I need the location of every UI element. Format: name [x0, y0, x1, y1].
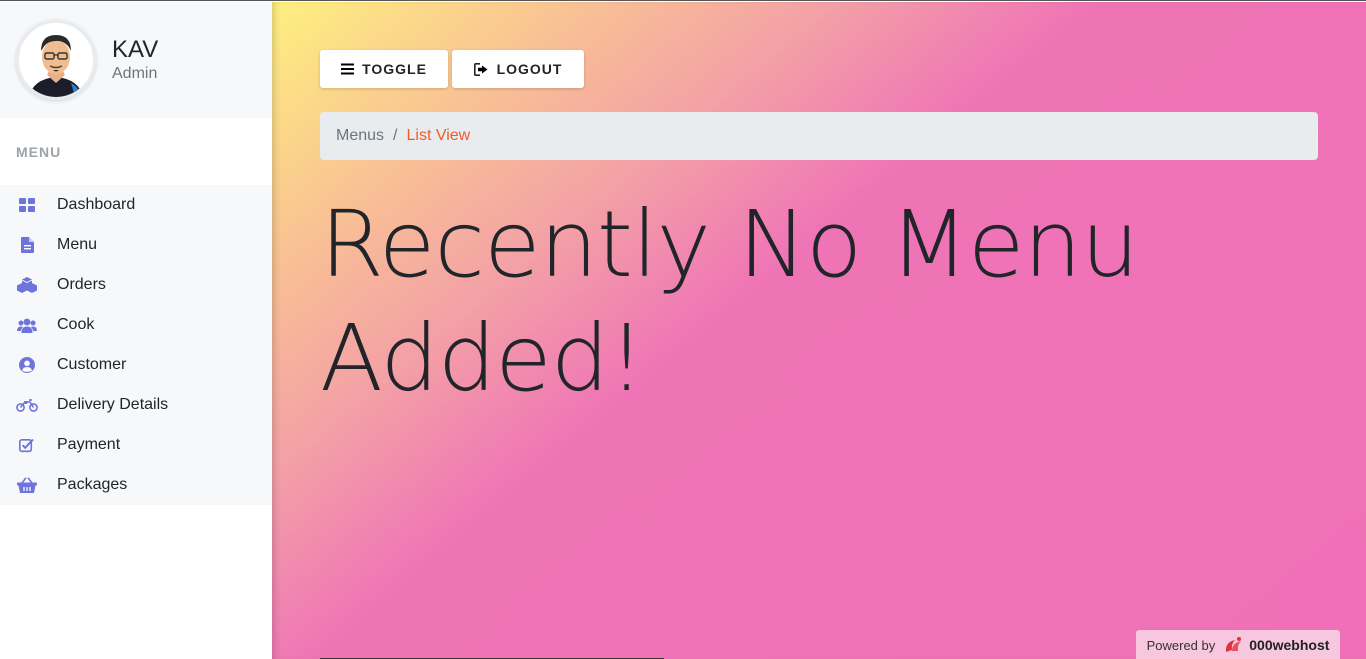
user-circle-icon: [16, 356, 38, 374]
sign-out-icon: [473, 62, 489, 76]
sidebar-item-label: Dashboard: [57, 196, 136, 213]
breadcrumb: Menus / List View: [320, 112, 1318, 160]
users-icon: [16, 316, 38, 334]
page-heading-line2: Added!: [320, 305, 645, 412]
powered-by-brand: 000webhost: [1249, 637, 1330, 653]
sidebar-item-label: Orders: [57, 276, 106, 293]
toggle-button-label: TOGGLE: [362, 61, 427, 77]
breadcrumb-menus-link[interactable]: Menus: [336, 127, 384, 145]
powered-by-text: Powered by: [1146, 637, 1216, 653]
toggle-button[interactable]: TOGGLE: [320, 50, 448, 88]
sidebar-item-customer[interactable]: Customer: [0, 345, 272, 385]
avatar-image: [19, 23, 93, 97]
sidebar-item-dashboard[interactable]: Dashboard: [0, 185, 272, 225]
page-heading: Recently No Menu Added!: [320, 188, 1140, 416]
sidebar-item-label: Cook: [57, 316, 95, 333]
sidebar-item-cook[interactable]: Cook: [0, 305, 272, 345]
logout-button-label: LOGOUT: [496, 61, 563, 77]
main-content: TOGGLE LOGOUT Menus / List View Recently…: [272, 2, 1366, 659]
breadcrumb-separator: /: [393, 127, 398, 144]
sidebar-item-label: Packages: [57, 476, 128, 493]
webhost-logo-icon: [1226, 637, 1242, 652]
menu-heading: MENU: [16, 143, 62, 160]
profile-role: Admin: [112, 65, 158, 83]
sidebar: KAV Admin MENU Dashboard Menu Orders Coo…: [0, 2, 272, 659]
sidebar-item-orders[interactable]: Orders: [0, 265, 272, 305]
sidebar-item-label: Delivery Details: [57, 396, 169, 413]
profile-card: KAV Admin: [0, 2, 272, 118]
check-square-icon: [16, 436, 38, 454]
sidebar-item-label: Customer: [57, 356, 127, 373]
avatar[interactable]: [16, 20, 96, 100]
sidebar-menu: Dashboard Menu Orders Cook Customer Deli…: [0, 185, 272, 505]
dashboard-grid-icon: [16, 196, 38, 214]
breadcrumb-current: List View: [406, 127, 471, 144]
sidebar-item-label: Menu: [57, 236, 98, 253]
sidebar-item-payment[interactable]: Payment: [0, 425, 272, 465]
motorcycle-icon: [16, 396, 38, 414]
basket-icon: [16, 476, 38, 494]
page-heading-line1: Recently No Menu: [320, 191, 1139, 298]
sidebar-item-label: Payment: [57, 436, 121, 453]
profile-name: KAV: [112, 35, 159, 63]
hamburger-icon: [341, 63, 355, 75]
cubes-icon: [16, 276, 38, 294]
document-icon: [16, 236, 38, 254]
sidebar-item-menu[interactable]: Menu: [0, 225, 272, 265]
sidebar-item-packages[interactable]: Packages: [0, 465, 272, 505]
toolbar: TOGGLE LOGOUT: [320, 50, 584, 88]
logout-button[interactable]: LOGOUT: [452, 50, 584, 88]
sidebar-item-delivery-details[interactable]: Delivery Details: [0, 385, 272, 425]
powered-by-badge[interactable]: Powered by 000webhost: [1136, 630, 1340, 659]
